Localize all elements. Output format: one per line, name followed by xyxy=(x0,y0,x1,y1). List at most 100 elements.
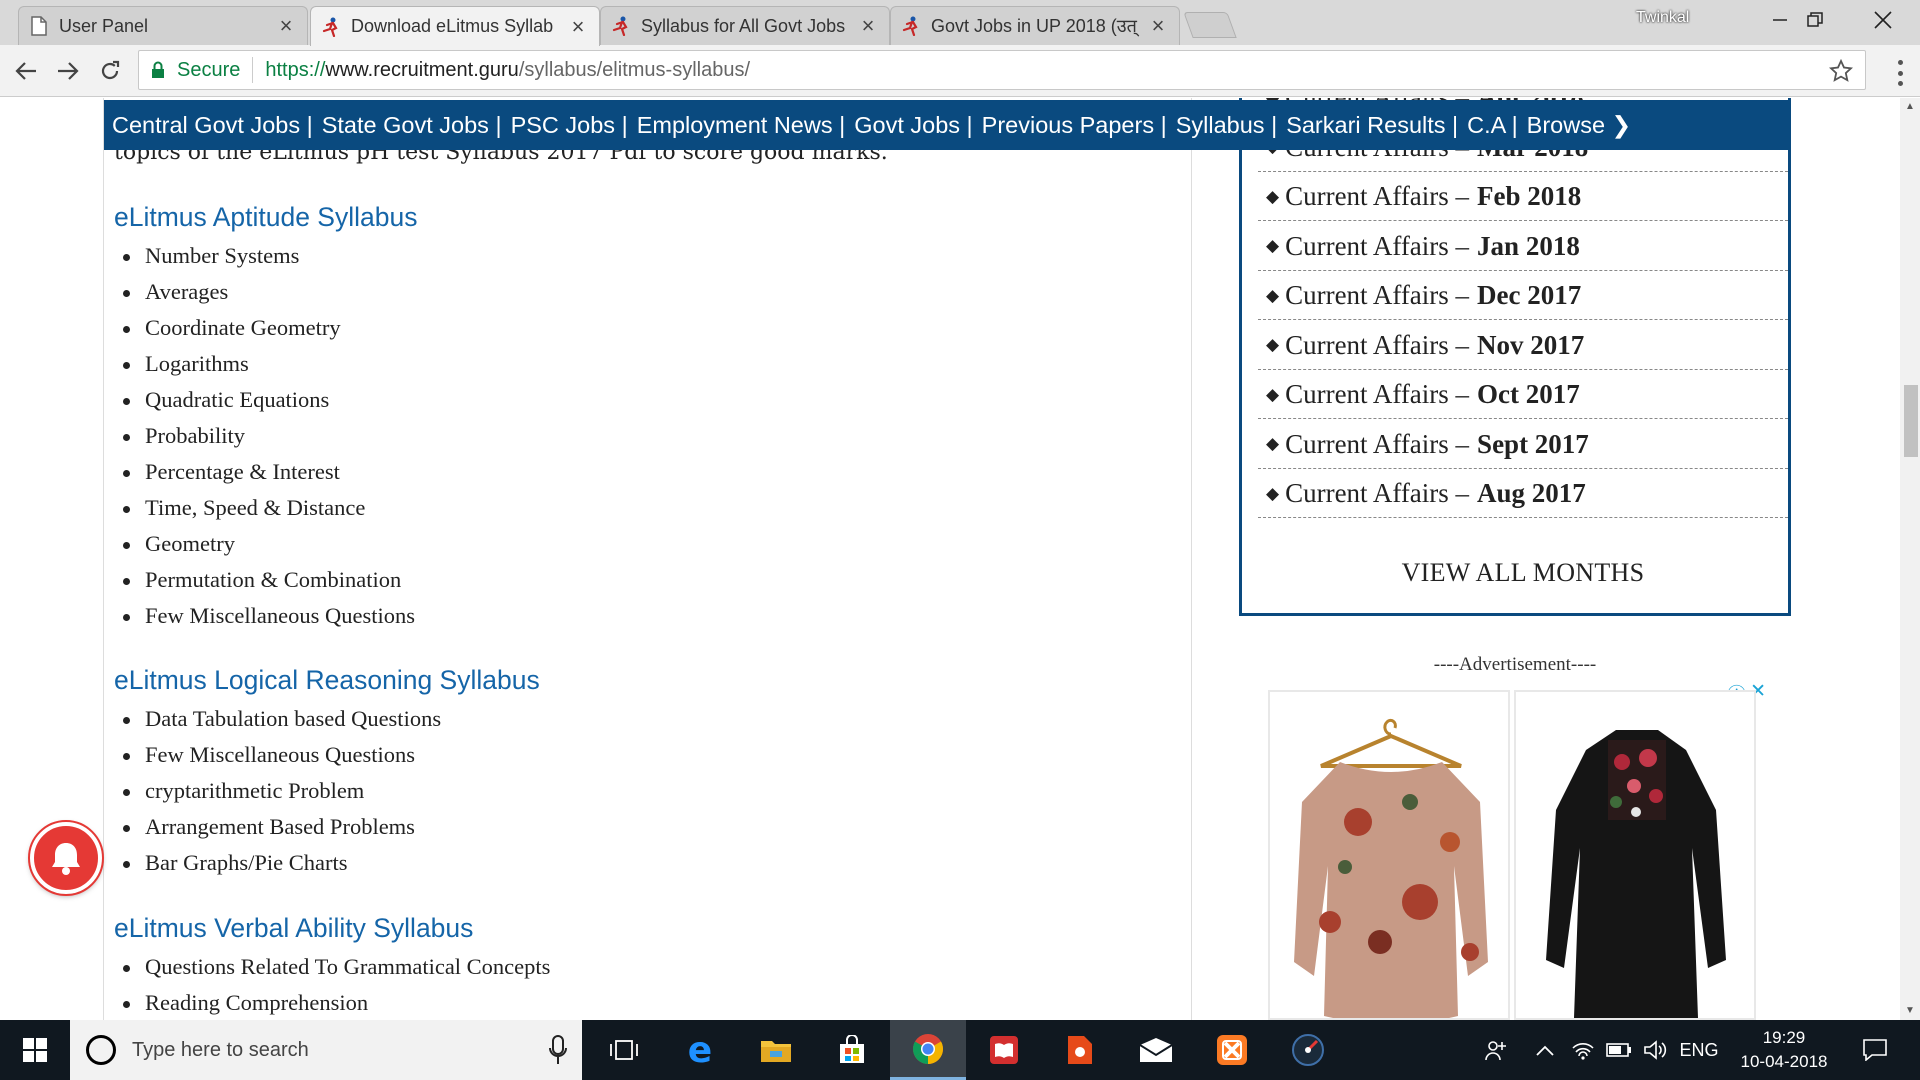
current-affairs-link[interactable]: ◆ Current Affairs – Dec 2017 xyxy=(1258,272,1788,320)
site-nav-link[interactable]: Central Govt Jobs | xyxy=(112,112,313,139)
site-nav-link[interactable]: C.A | xyxy=(1467,112,1518,139)
section-heading-logical: eLitmus Logical Reasoning Syllabus xyxy=(114,665,540,695)
content-border xyxy=(1191,98,1192,1020)
reader-app-icon[interactable] xyxy=(966,1020,1042,1080)
address-bar[interactable]: Secure https://www.recruitment.guru/syll… xyxy=(138,50,1866,90)
tab-close-icon[interactable]: × xyxy=(567,14,589,40)
secure-indicator[interactable]: Secure xyxy=(151,59,240,82)
secure-label: Secure xyxy=(177,58,241,81)
forward-arrow-icon[interactable] xyxy=(52,55,84,87)
page-scrollbar[interactable]: ▲ ▼ xyxy=(1900,98,1920,1020)
scroll-down-icon[interactable]: ▼ xyxy=(1900,1002,1920,1020)
taskbar-search-box[interactable]: Type here to search xyxy=(70,1020,582,1080)
speed-meter-icon[interactable] xyxy=(1270,1020,1346,1080)
diamond-bullet-icon: ◆ xyxy=(1266,434,1280,453)
volume-icon[interactable] xyxy=(1640,1020,1670,1080)
site-nav-link[interactable]: Govt Jobs | xyxy=(854,112,972,139)
xampp-icon[interactable] xyxy=(1194,1020,1270,1080)
clock-date: 10-04-2018 xyxy=(1740,1052,1828,1071)
current-affairs-link[interactable]: ◆ Current Affairs – Feb 2018 xyxy=(1258,173,1788,221)
view-all-months-link[interactable]: VIEW ALL MONTHS xyxy=(1258,558,1788,588)
url-text[interactable]: https://www.recruitment.guru/syllabus/el… xyxy=(265,59,750,82)
tab-title: Syllabus for All Govt Jobs xyxy=(641,15,846,36)
list-item: Questions Related To Grammatical Concept… xyxy=(114,949,550,985)
tab-govt-jobs-up[interactable]: Govt Jobs in UP 2018 (उत् × xyxy=(890,6,1180,45)
profile-name[interactable]: Twinkal xyxy=(1636,9,1689,27)
site-nav-link[interactable]: Syllabus | xyxy=(1176,112,1277,139)
wifi-icon[interactable] xyxy=(1568,1020,1598,1080)
document-icon xyxy=(29,16,49,36)
current-affairs-link[interactable]: ◆ Current Affairs – Oct 2017 xyxy=(1258,371,1788,419)
edge-browser-icon[interactable]: e xyxy=(662,1020,738,1080)
site-nav-link[interactable]: Sarkari Results | xyxy=(1286,112,1458,139)
site-nav-link[interactable]: Browse ❯ xyxy=(1527,111,1632,139)
pdf-app-icon[interactable] xyxy=(1042,1020,1118,1080)
new-tab-button[interactable] xyxy=(1183,12,1237,38)
current-affairs-widget: ◆ Current Affairs – Aug 2017 ◆ Current Affai… xyxy=(1239,98,1791,616)
site-runner-icon xyxy=(901,16,921,36)
advertisement-label: ----Advertisement---- xyxy=(1433,654,1597,675)
current-affairs-month: Aug 2017 xyxy=(1477,478,1586,508)
ad-product-floral-blouse[interactable] xyxy=(1268,690,1510,1020)
list-item: Few Miscellaneous Questions xyxy=(114,598,415,634)
windows-logo-icon xyxy=(23,1038,47,1062)
list-item: Quadratic Equations xyxy=(114,382,415,418)
tab-user-panel[interactable]: User Panel × xyxy=(18,6,308,45)
current-affairs-prefix: Current Affairs – xyxy=(1285,478,1470,508)
notification-bell-button[interactable] xyxy=(28,820,104,896)
tab-download-elitmus[interactable]: Download eLitmus Syllab × xyxy=(310,6,600,46)
site-nav-link[interactable]: Employment News | xyxy=(637,112,846,139)
bookmark-star-icon[interactable] xyxy=(1829,59,1853,83)
list-item: Averages xyxy=(114,274,415,310)
site-nav-link[interactable]: State Govt Jobs | xyxy=(322,112,502,139)
start-button[interactable] xyxy=(0,1020,70,1080)
advertisement[interactable]: ⓘ ✕ xyxy=(1264,680,1766,1020)
black-dress-image xyxy=(1516,692,1754,1018)
scrollbar-thumb[interactable] xyxy=(1904,385,1918,457)
tab-syllabus-govt-jobs[interactable]: Syllabus for All Govt Jobs × xyxy=(600,6,890,45)
store-icon[interactable] xyxy=(814,1020,890,1080)
people-icon[interactable] xyxy=(1478,1020,1514,1080)
current-affairs-link[interactable]: ◆ Current Affairs – Nov 2017 xyxy=(1258,322,1788,370)
windows-taskbar: Type here to search e ENG 19:29 10-04-20… xyxy=(0,1020,1920,1080)
current-affairs-month: Oct 2017 xyxy=(1477,379,1580,409)
diamond-bullet-icon: ◆ xyxy=(1266,236,1280,255)
list-item: Reading Comprehension xyxy=(114,985,550,1020)
back-arrow-icon[interactable] xyxy=(10,55,42,87)
current-affairs-prefix: Current Affairs – xyxy=(1285,230,1470,261)
mail-app-icon[interactable] xyxy=(1118,1020,1194,1080)
tab-close-icon[interactable]: × xyxy=(1147,13,1169,39)
current-affairs-month: Jan 2018 xyxy=(1477,230,1580,261)
restore-icon[interactable] xyxy=(1780,0,1850,40)
action-center-icon[interactable] xyxy=(1850,1020,1900,1080)
current-affairs-link[interactable]: ◆ Current Affairs – Sept 2017 xyxy=(1258,421,1788,469)
search-placeholder: Type here to search xyxy=(132,1038,309,1061)
close-window-icon[interactable] xyxy=(1848,0,1918,40)
current-affairs-link[interactable]: ◆ Current Affairs – Jan 2018 xyxy=(1258,223,1788,271)
list-item: Bar Graphs/Pie Charts xyxy=(114,845,441,881)
browser-menu-icon[interactable] xyxy=(1890,60,1910,86)
page-viewport: Central Govt Jobs | State Govt Jobs | PSC … xyxy=(0,98,1900,1020)
site-nav-link[interactable]: PSC Jobs | xyxy=(511,112,628,139)
show-hidden-icons-chevron-icon[interactable] xyxy=(1530,1020,1560,1080)
reload-icon[interactable] xyxy=(94,55,126,87)
system-clock[interactable]: 19:29 10-04-2018 xyxy=(1724,1026,1844,1074)
task-view-icon[interactable] xyxy=(586,1020,662,1080)
language-indicator[interactable]: ENG xyxy=(1676,1020,1722,1080)
battery-icon[interactable] xyxy=(1604,1020,1634,1080)
list-item: Permutation & Combination xyxy=(114,562,415,598)
microphone-icon[interactable] xyxy=(548,1034,568,1066)
tab-close-icon[interactable]: × xyxy=(275,13,297,39)
current-affairs-month: Nov 2017 xyxy=(1477,329,1585,360)
site-runner-icon xyxy=(321,17,341,37)
chrome-icon[interactable] xyxy=(890,1020,966,1080)
section-heading-aptitude: eLitmus Aptitude Syllabus xyxy=(114,202,418,232)
tab-close-icon[interactable]: × xyxy=(857,13,879,39)
current-affairs-prefix: Current Affairs – xyxy=(1285,280,1470,310)
current-affairs-link[interactable]: ◆ Current Affairs – Aug 2017 xyxy=(1258,470,1788,518)
file-explorer-icon[interactable] xyxy=(738,1020,814,1080)
site-nav-link[interactable]: Previous Papers | xyxy=(982,112,1167,139)
clock-time: 19:29 xyxy=(1762,1028,1806,1047)
scroll-up-icon[interactable]: ▲ xyxy=(1900,98,1920,116)
ad-product-black-dress[interactable] xyxy=(1514,690,1756,1020)
